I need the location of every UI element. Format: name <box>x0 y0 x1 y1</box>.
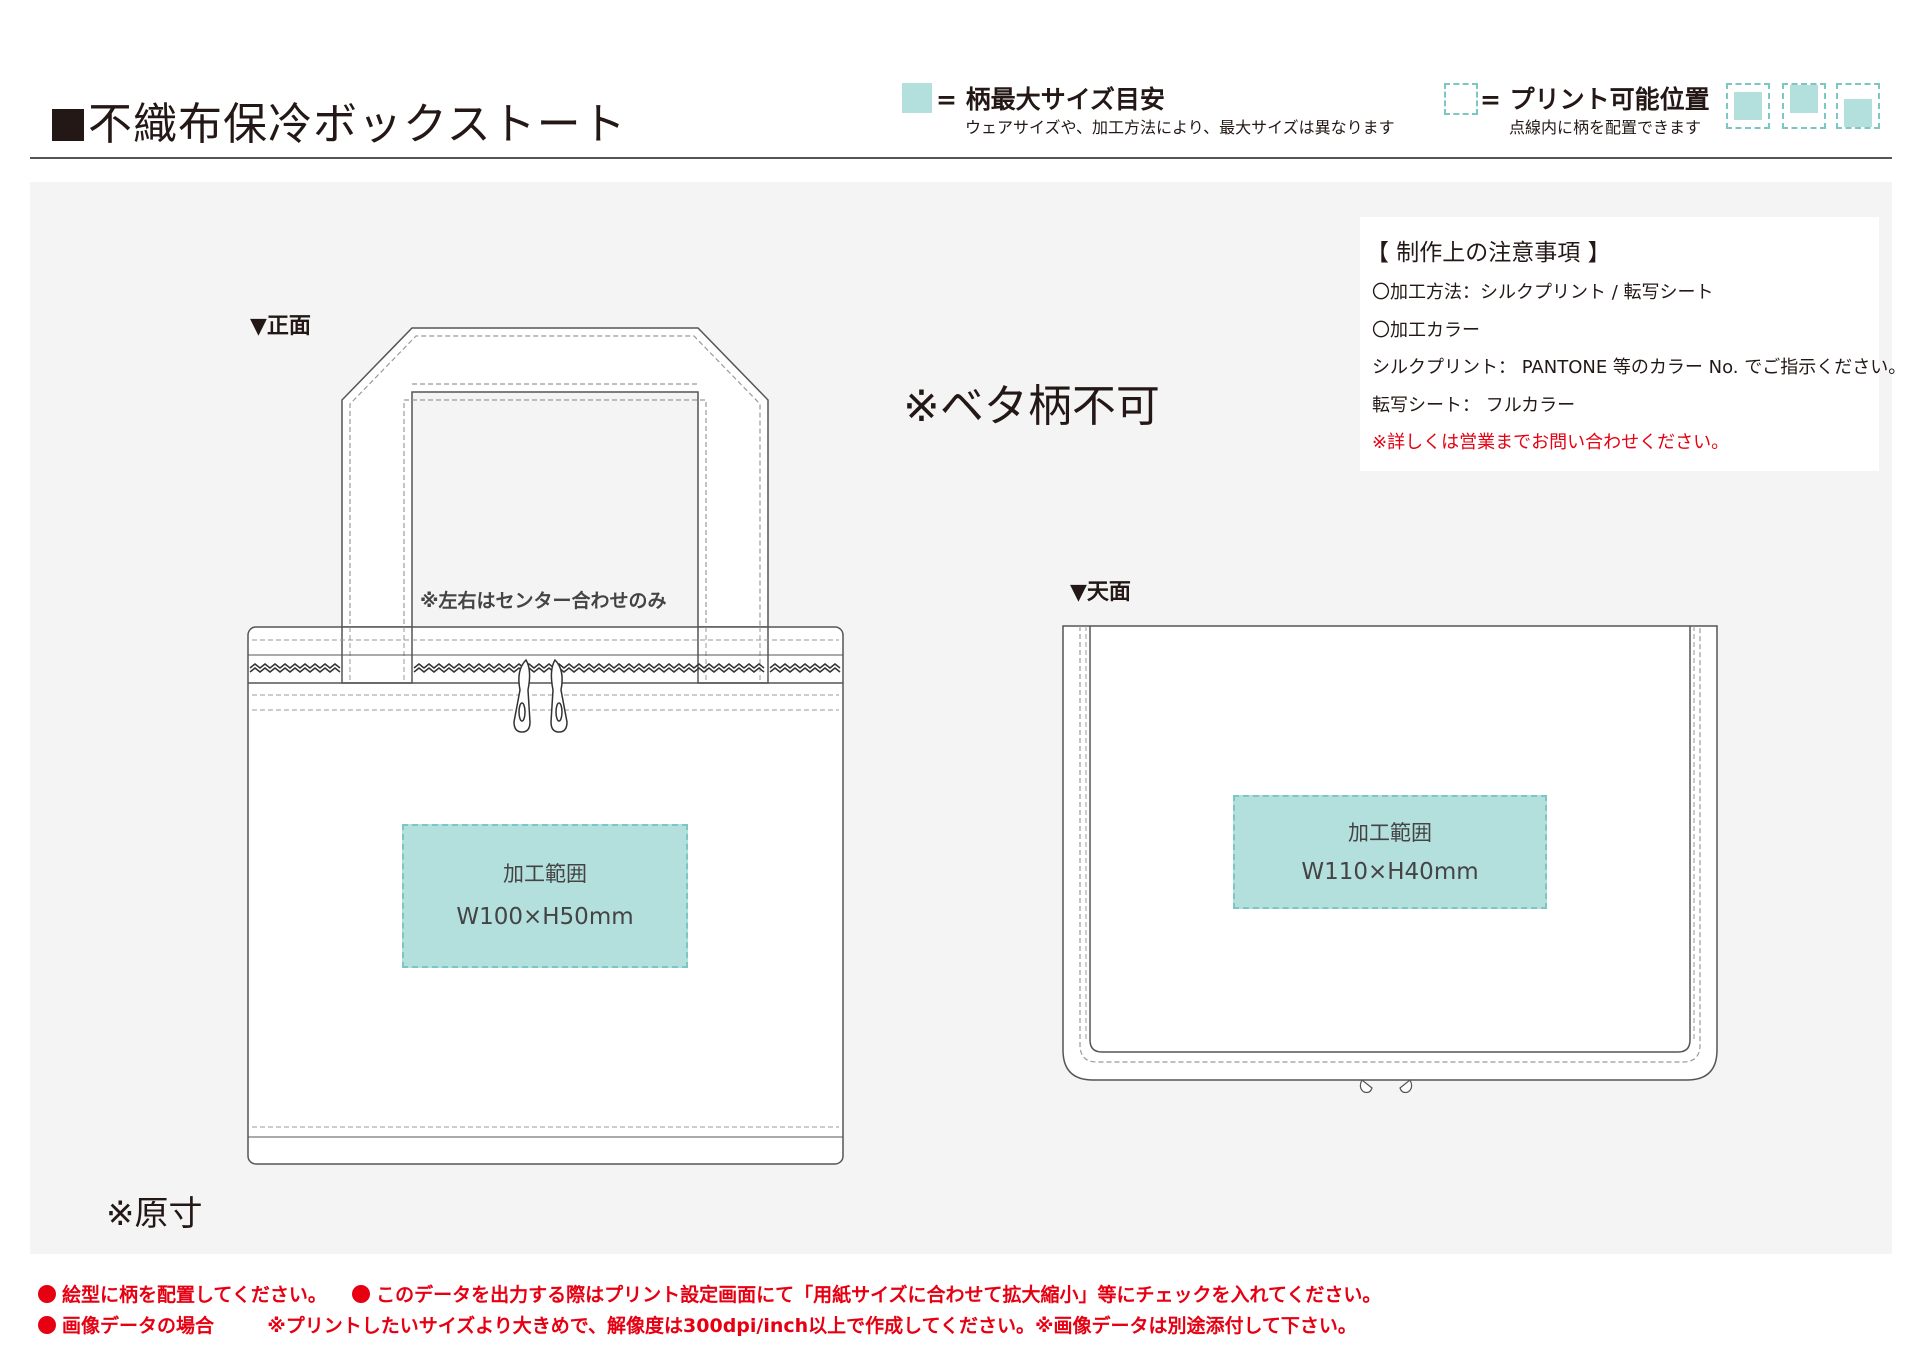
front-print-area: 加工範囲 W100×H50mm <box>402 824 688 968</box>
front-print-area-size: W100×H50mm <box>456 904 634 930</box>
footer-image-data-instruction: ※プリントしたいサイズより大きめで、解像度は300dpi/inch以上で作成して… <box>267 1315 1357 1337</box>
bullet-icon <box>352 1285 371 1303</box>
top-view-zipper-pull-icon <box>1359 1079 1413 1094</box>
footer-line-1: 絵型に柄を配置してください。 このデータを出力する際はプリント設定画面にて「用紙… <box>38 1280 1381 1307</box>
front-print-area-label: 加工範囲 <box>503 862 587 886</box>
center-alignment-note: ※左右はセンター合わせのみ <box>420 590 667 612</box>
top-view-print-area-size: W110×H40mm <box>1301 859 1479 885</box>
bag-illustrations <box>247 327 1718 1165</box>
top-view-print-area: 加工範囲 W110×H40mm <box>1233 795 1547 909</box>
top-view-print-area-label: 加工範囲 <box>1348 821 1432 845</box>
bullet-icon <box>38 1285 56 1303</box>
footer-line-2: 画像データの場合 ※プリントしたいサイズより大きめで、解像度は300dpi/in… <box>38 1311 1357 1338</box>
footer-instruction-1: 絵型に柄を配置してください。 <box>62 1284 327 1306</box>
bullet-icon <box>38 1316 56 1334</box>
footer-image-data-heading: 画像データの場合 <box>62 1315 215 1337</box>
footer-instruction-2: このデータを出力する際はプリント設定画面にて「用紙サイズに合わせて拡大縮小」等に… <box>376 1284 1382 1306</box>
